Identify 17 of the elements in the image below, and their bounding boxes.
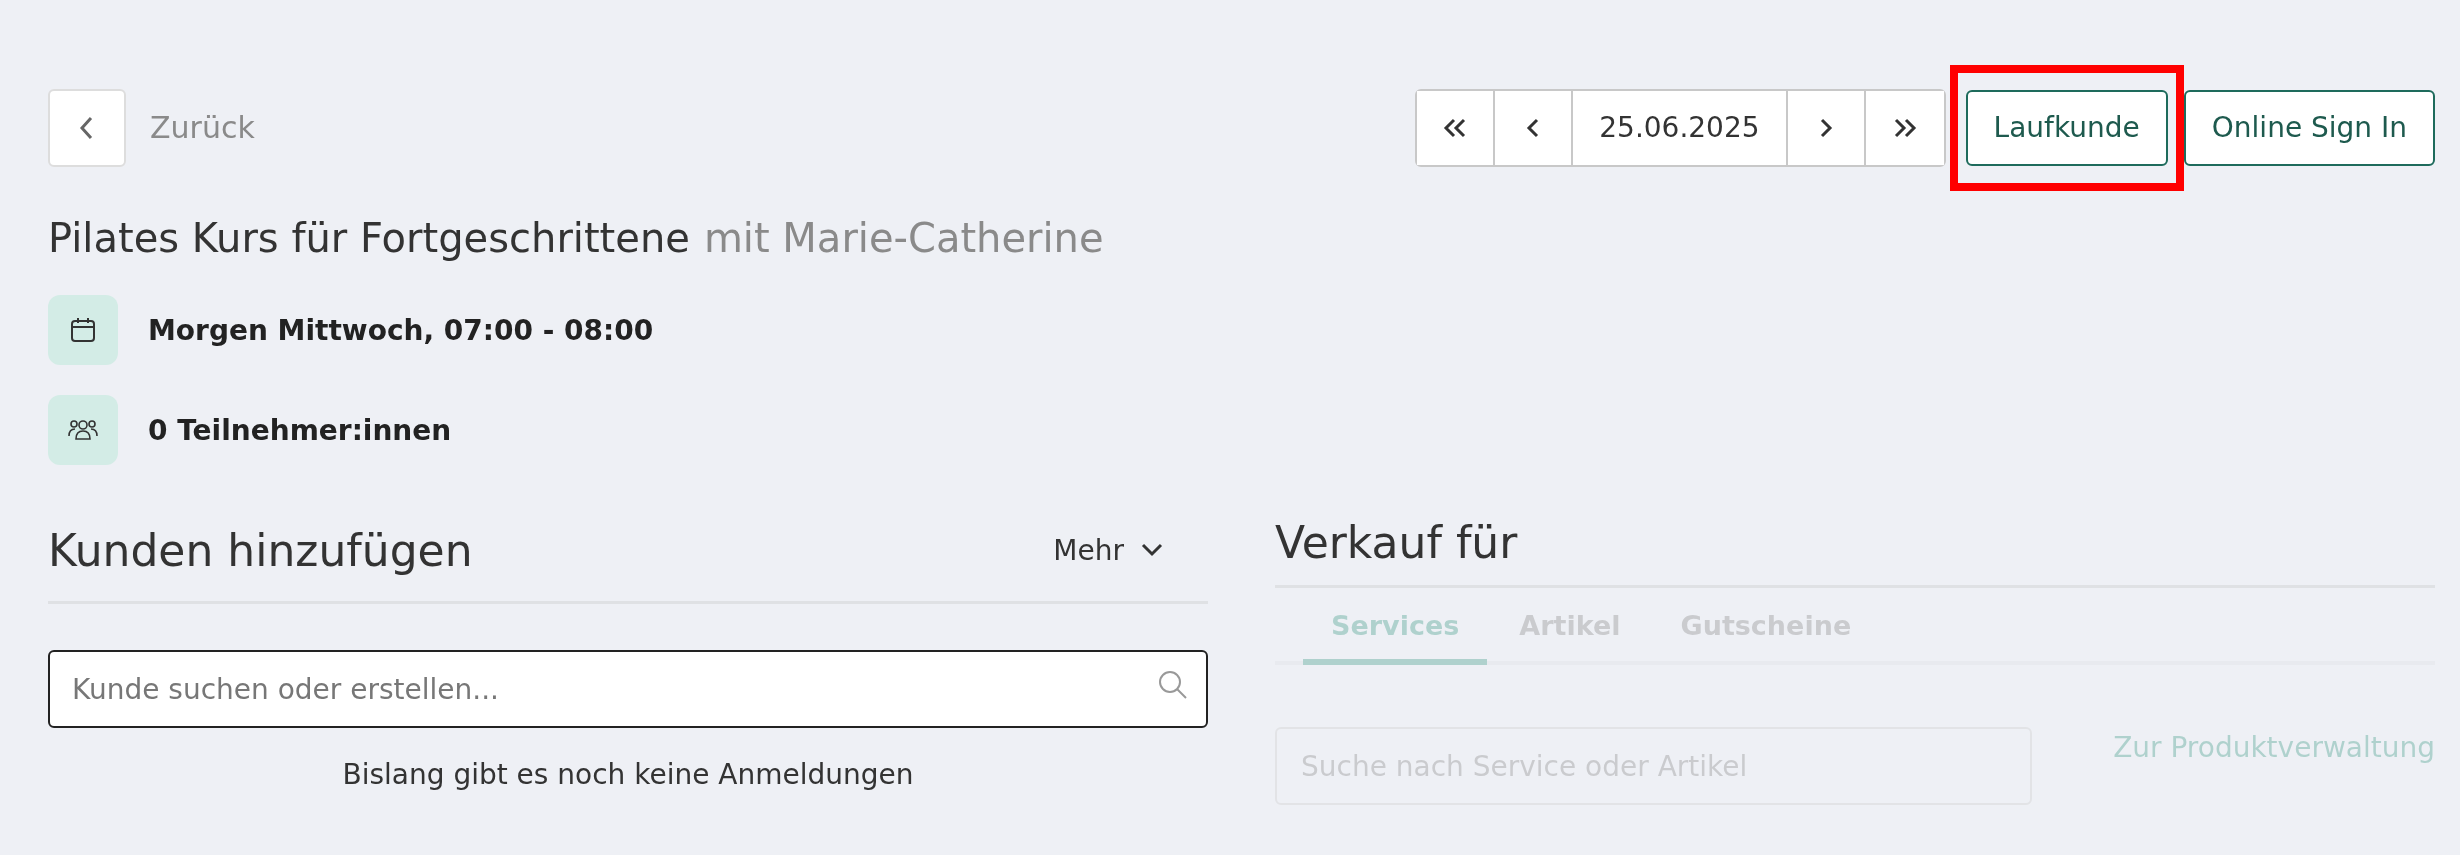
- calendar-icon: [48, 295, 118, 365]
- people-icon: [48, 395, 118, 465]
- customer-search-field[interactable]: Kunde suchen oder erstellen...: [48, 650, 1208, 728]
- first-button[interactable]: [1417, 90, 1496, 165]
- empty-message: Bislang gibt es noch keine Anmeldungen: [341, 758, 915, 791]
- section-title: Kunden hinzufügen: [48, 524, 473, 576]
- back-button[interactable]: [48, 88, 126, 167]
- section-title: Verkauf für: [1275, 516, 1518, 568]
- more-dropdown[interactable]: Mehr: [1047, 532, 1170, 568]
- course-title: Pilates Kurs für Fortgeschrittene: [48, 215, 690, 261]
- info-text: 0 Teilnehmer:innen: [148, 413, 452, 447]
- chevron-down-icon: [1140, 542, 1164, 558]
- instructor-name: mit Marie-Catherine: [703, 215, 1104, 261]
- info-text: Morgen Mittwoch, 07:00 - 08:00: [148, 313, 654, 347]
- back-label[interactable]: Zurück: [150, 110, 255, 145]
- action-button[interactable]: Online Sign In: [2183, 89, 2435, 166]
- action-button[interactable]: Laufkunde: [1965, 89, 2168, 166]
